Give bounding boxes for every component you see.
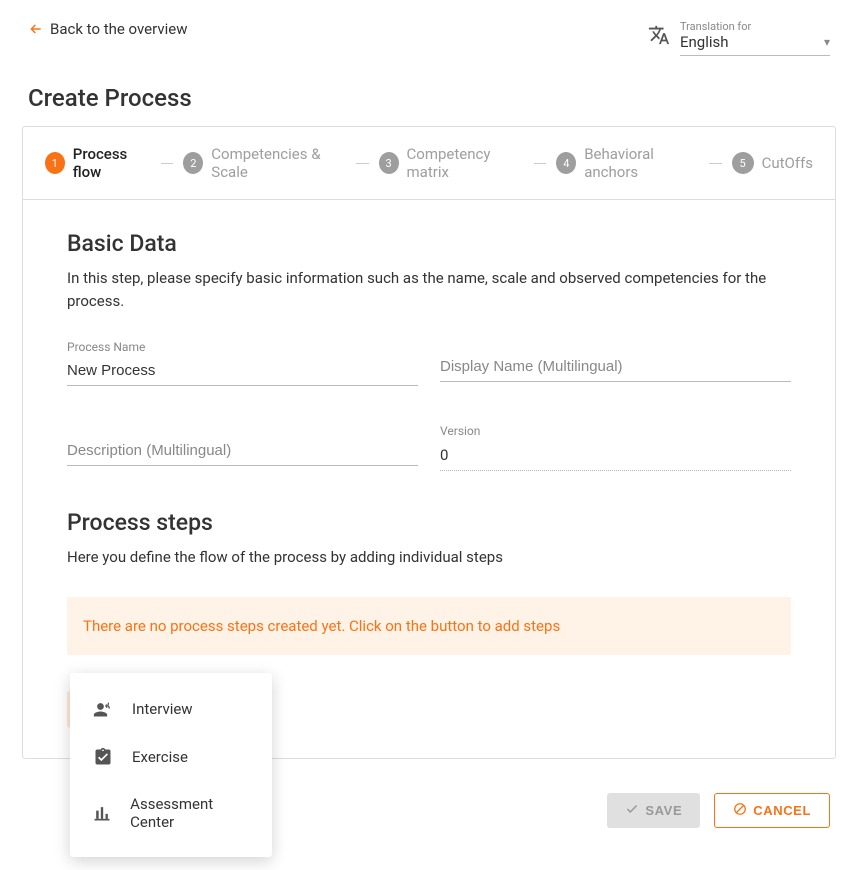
save-label: SAVE xyxy=(645,803,682,818)
wizard-card: 1 Process flow 2 Competencies & Scale 3 … xyxy=(22,126,836,759)
popover-label: Interview xyxy=(132,700,193,718)
step-label: CutOffs xyxy=(762,154,813,172)
process-steps-title: Process steps xyxy=(67,509,791,536)
check-icon xyxy=(625,802,639,819)
popover-item-interview[interactable]: Interview xyxy=(70,685,272,733)
process-steps-description: Here you define the flow of the process … xyxy=(67,546,767,569)
basic-data-description: In this step, please specify basic infor… xyxy=(67,267,767,312)
stepper: 1 Process flow 2 Competencies & Scale 3 … xyxy=(23,127,835,200)
display-name-input[interactable] xyxy=(440,340,791,382)
empty-steps-alert: There are no process steps created yet. … xyxy=(67,597,791,655)
interview-icon xyxy=(92,699,114,719)
translation-select[interactable]: Translation for English ▾ xyxy=(680,20,830,56)
step-competencies-scale[interactable]: 2 Competencies & Scale xyxy=(183,145,346,181)
popover-label: Exercise xyxy=(132,748,188,766)
process-name-label: Process Name xyxy=(67,340,418,354)
arrow-left-icon xyxy=(28,21,44,37)
process-name-input[interactable] xyxy=(67,356,418,386)
step-connector xyxy=(161,163,174,164)
step-number: 5 xyxy=(732,152,754,174)
cancel-label: CANCEL xyxy=(753,803,811,818)
popover-label: Assessment Center xyxy=(130,795,250,831)
step-competency-matrix[interactable]: 3 Competency matrix xyxy=(379,145,524,181)
step-cutoffs[interactable]: 5 CutOffs xyxy=(732,152,813,174)
chevron-down-icon: ▾ xyxy=(824,35,830,49)
step-behavioral-anchors[interactable]: 4 Behavioral anchors xyxy=(556,145,699,181)
step-connector xyxy=(356,163,369,164)
step-number: 2 xyxy=(183,152,203,174)
save-button[interactable]: SAVE xyxy=(607,793,700,828)
step-number: 1 xyxy=(45,152,65,174)
exercise-icon xyxy=(92,747,114,767)
step-connector xyxy=(534,163,547,164)
description-input[interactable] xyxy=(67,424,418,466)
step-process-flow[interactable]: 1 Process flow xyxy=(45,145,151,181)
popover-item-assessment-center[interactable]: Assessment Center xyxy=(70,781,272,845)
cancel-button[interactable]: CANCEL xyxy=(714,793,830,828)
step-label: Competency matrix xyxy=(407,145,524,181)
step-label: Behavioral anchors xyxy=(584,145,699,181)
page-title: Create Process xyxy=(0,68,858,126)
step-number: 3 xyxy=(379,152,399,174)
version-label: Version xyxy=(440,424,791,438)
back-to-overview-link[interactable]: Back to the overview xyxy=(28,20,187,38)
back-label: Back to the overview xyxy=(50,20,187,38)
cancel-icon xyxy=(733,802,747,819)
step-connector xyxy=(709,163,722,164)
assessment-center-icon xyxy=(92,803,112,823)
translate-icon xyxy=(648,24,670,50)
step-label: Competencies & Scale xyxy=(211,145,346,181)
step-type-popover: Interview Exercise Assessment Center xyxy=(70,673,272,857)
step-label: Process flow xyxy=(73,145,151,181)
translation-label: Translation for xyxy=(680,20,830,33)
basic-data-title: Basic Data xyxy=(67,230,791,257)
step-number: 4 xyxy=(556,152,576,174)
translation-value: English xyxy=(680,33,729,51)
popover-item-exercise[interactable]: Exercise xyxy=(70,733,272,781)
version-value: 0 xyxy=(440,440,791,471)
